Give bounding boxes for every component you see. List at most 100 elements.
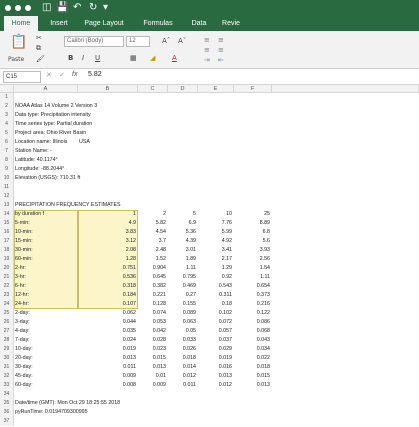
cell-c-18[interactable]: 2.48 — [138, 246, 166, 255]
row-header[interactable]: 13 — [0, 201, 14, 210]
font-name-select[interactable]: Calibri (Body) — [64, 36, 124, 47]
cell-a-29[interactable]: 10-day: — [15, 345, 33, 354]
cell-a-14[interactable]: by duration f — [15, 210, 44, 219]
insert-function-button[interactable]: fx — [72, 71, 77, 78]
cell-d-24[interactable]: 0.155 — [168, 300, 196, 309]
cell-d-27[interactable]: 0.05 — [168, 327, 196, 336]
cell-a-30[interactable]: 20-day: — [15, 354, 33, 363]
cell-a-26[interactable]: 3-day: — [15, 318, 30, 327]
cell-a-24[interactable]: 24-hr: — [15, 300, 29, 309]
cell-c-17[interactable]: 3.7 — [138, 237, 166, 246]
cell-b-23[interactable]: 0.184 — [78, 291, 136, 300]
cell-e-27[interactable]: 0.057 — [198, 327, 232, 336]
cell-f-18[interactable]: 3.93 — [234, 246, 270, 255]
column-header-c[interactable]: C — [138, 85, 168, 93]
cell-f-17[interactable]: 5.6 — [234, 237, 270, 246]
row-header[interactable]: 12 — [0, 192, 14, 201]
tab-data[interactable]: Data — [186, 16, 212, 31]
row-header[interactable]: 22 — [0, 282, 14, 291]
row-header[interactable]: 33 — [0, 381, 14, 390]
row-header[interactable]: 15 — [0, 219, 14, 228]
cell-d-26[interactable]: 0.063 — [168, 318, 196, 327]
row-header[interactable]: 30 — [0, 354, 14, 363]
row-header[interactable]: 35 — [0, 399, 14, 408]
tab-review[interactable]: Revie — [218, 16, 244, 31]
cell-a-5[interactable]: Project area: Ohio River Basin — [15, 129, 86, 138]
row-header[interactable]: 7 — [0, 147, 14, 156]
cell-e-16[interactable]: 5.99 — [198, 228, 232, 237]
cell-f-29[interactable]: 0.034 — [234, 345, 270, 354]
cut-icon[interactable]: ✂ — [36, 33, 42, 43]
cell-f-26[interactable]: 0.086 — [234, 318, 270, 327]
cell-c-14[interactable]: 2 — [138, 210, 166, 219]
cancel-formula-icon[interactable]: ✕ — [46, 71, 52, 79]
cell-e-23[interactable]: 0.311 — [198, 291, 232, 300]
cell-c-24[interactable]: 0.128 — [138, 300, 166, 309]
cell-a-8[interactable]: Latitude: 40.1174° — [15, 156, 58, 165]
cell-a-9[interactable]: Longitude: -88.2044° — [15, 165, 64, 174]
row-header[interactable]: 10 — [0, 174, 14, 183]
cell-e-14[interactable]: 10 — [198, 210, 232, 219]
cell-f-33[interactable]: 0.013 — [234, 381, 270, 390]
name-box[interactable]: C15 — [3, 71, 41, 83]
cell-f-28[interactable]: 0.043 — [234, 336, 270, 345]
cell-a-17[interactable]: 15-min: — [15, 237, 33, 246]
cell-a-31[interactable]: 30-day: — [15, 363, 33, 372]
cell-b-16[interactable]: 3.83 — [78, 228, 136, 237]
cell-d-14[interactable]: 5 — [168, 210, 196, 219]
cell-d-29[interactable]: 0.026 — [168, 345, 196, 354]
decrease-font-size-icon[interactable]: Aˇ — [178, 36, 186, 46]
cell-f-23[interactable]: 0.373 — [234, 291, 270, 300]
cell-c-20[interactable]: 0.904 — [138, 264, 166, 273]
close-window-button[interactable] — [5, 5, 11, 11]
cell-a-13[interactable]: PRECIPITATION FREQUENCY ESTIMATES — [15, 201, 121, 210]
redo-icon[interactable]: ↻ — [89, 2, 97, 14]
cell-d-21[interactable]: 0.795 — [168, 273, 196, 282]
cell-d-17[interactable]: 4.39 — [168, 237, 196, 246]
cell-a-27[interactable]: 4-day: — [15, 327, 30, 336]
cell-d-15[interactable]: 6.9 — [168, 219, 196, 228]
cell-e-18[interactable]: 3.41 — [198, 246, 232, 255]
cell-a-35[interactable]: Date/time (GMT): Mon Oct 29 18:25:55 201… — [15, 399, 120, 408]
cell-c-19[interactable]: 1.52 — [138, 255, 166, 264]
cell-d-33[interactable]: 0.011 — [168, 381, 196, 390]
cell-a-20[interactable]: 2-hr: — [15, 264, 26, 273]
cell-a-10[interactable]: Elevation (USGS): 710.31 ft — [15, 174, 80, 183]
cell-a-28[interactable]: 7-day: — [15, 336, 30, 345]
cell-c-15[interactable]: 5.82 — [138, 219, 166, 228]
paste-button[interactable]: Paste — [8, 55, 24, 65]
cell-f-20[interactable]: 1.54 — [234, 264, 270, 273]
row-header[interactable]: 1 — [0, 93, 14, 102]
cell-a-33[interactable]: 60-day: — [15, 381, 33, 390]
row-header[interactable]: 37 — [0, 417, 14, 426]
cell-f-15[interactable]: 8.89 — [234, 219, 270, 228]
align-top-icon[interactable]: ≡ — [204, 35, 210, 45]
row-header[interactable]: 9 — [0, 165, 14, 174]
cell-d-16[interactable]: 5.36 — [168, 228, 196, 237]
row-header[interactable]: 32 — [0, 372, 14, 381]
cell-c-31[interactable]: 0.013 — [138, 363, 166, 372]
cell-a-16[interactable]: 10-min: — [15, 228, 33, 237]
spreadsheet-grid[interactable]: A B C D E F 1 2 NOAA Atlas 14 Volume 2 Version 3… — [0, 85, 419, 427]
cell-a-19[interactable]: 60-min: — [15, 255, 33, 264]
cell-e-25[interactable]: 0.102 — [198, 309, 232, 318]
cell-d-23[interactable]: 0.27 — [168, 291, 196, 300]
increase-font-size-icon[interactable]: Aˆ — [162, 36, 170, 46]
cell-c-33[interactable]: 0.009 — [138, 381, 166, 390]
cell-b-20[interactable]: 0.751 — [78, 264, 136, 273]
cell-a-4[interactable]: Time series type: Partial duration — [15, 120, 92, 129]
row-header[interactable]: 6 — [0, 138, 14, 147]
cell-c-25[interactable]: 0.074 — [138, 309, 166, 318]
cell-b-6[interactable]: USA — [79, 138, 90, 147]
column-header-f[interactable]: F — [234, 85, 272, 93]
cell-f-19[interactable]: 2.56 — [234, 255, 270, 264]
cell-e-26[interactable]: 0.072 — [198, 318, 232, 327]
underline-button[interactable]: U — [95, 53, 100, 63]
cell-b-31[interactable]: 0.011 — [78, 363, 136, 372]
cell-b-17[interactable]: 3.12 — [78, 237, 136, 246]
row-header[interactable]: 16 — [0, 228, 14, 237]
minimize-window-button[interactable] — [15, 5, 21, 11]
row-header[interactable]: 25 — [0, 309, 14, 318]
cell-b-19[interactable]: 1.28 — [78, 255, 136, 264]
cell-a-25[interactable]: 2-day: — [15, 309, 30, 318]
